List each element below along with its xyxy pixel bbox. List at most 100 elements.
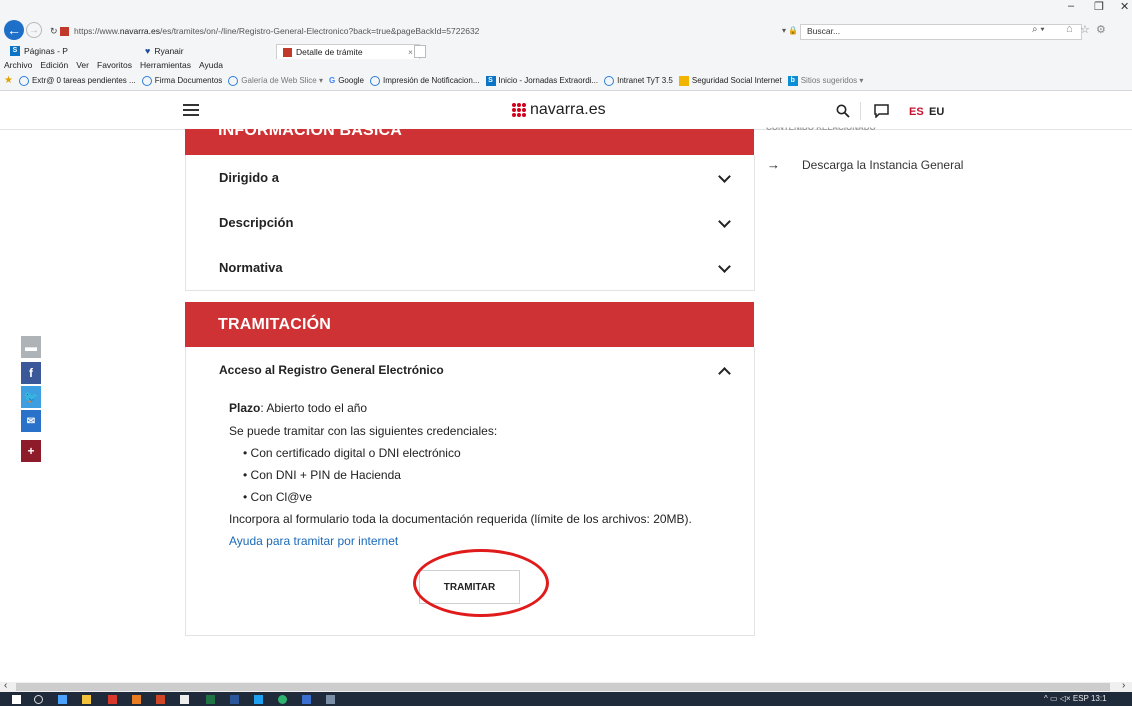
internet-explorer-icon[interactable] xyxy=(254,695,263,704)
lang-es-link[interactable]: ES xyxy=(909,106,924,118)
menu-bar: Archivo Edición Ver Favoritos Herramient… xyxy=(4,60,223,70)
horizontal-scrollbar[interactable]: ‹ › xyxy=(0,680,1132,692)
search-go-icon[interactable]: ⌕ ▾ xyxy=(1032,24,1045,35)
file-explorer-icon[interactable] xyxy=(82,695,91,704)
network-icon[interactable]: ▭ xyxy=(1050,694,1058,703)
credential-text: Con DNI + PIN de Hacienda xyxy=(250,468,401,482)
tab-label: Detalle de trámite xyxy=(296,47,363,57)
menu-ayuda[interactable]: Ayuda xyxy=(199,60,223,70)
credential-item: • Con certificado digital o DNI electrón… xyxy=(243,446,461,460)
docs-note: Incorpora al formulario toda la document… xyxy=(229,512,692,526)
volume-icon[interactable]: ◁× xyxy=(1060,694,1071,703)
tab-paginas[interactable]: S Páginas - P xyxy=(10,44,68,58)
site-logo[interactable]: navarra.es xyxy=(512,101,606,119)
word-icon[interactable] xyxy=(230,695,239,704)
arrow-right-icon: → xyxy=(767,157,780,172)
email-share-button[interactable]: ✉ xyxy=(21,410,41,432)
fav-label: Intranet TyT 3.5 xyxy=(617,76,673,85)
taskview-icon[interactable] xyxy=(58,695,67,704)
back-button[interactable]: ← xyxy=(4,20,24,40)
close-tab-icon[interactable]: × xyxy=(408,47,413,57)
menu-ver[interactable]: Ver xyxy=(76,60,89,70)
credential-text: Con Cl@ve xyxy=(250,490,313,504)
favorites-star-icon[interactable]: ★ xyxy=(4,75,13,86)
more-share-button[interactable]: + xyxy=(21,440,41,462)
menu-edicion[interactable]: Edición xyxy=(40,60,68,70)
facebook-icon: f xyxy=(29,366,33,380)
app-icon[interactable] xyxy=(132,695,141,704)
clock[interactable]: 13:1 xyxy=(1091,694,1107,703)
fav-item[interactable]: S Inicio - Jornadas Extraordi... xyxy=(485,75,598,86)
search-placeholder: Buscar... xyxy=(807,26,841,36)
fav-item[interactable]: Impresión de Notificacion... xyxy=(370,75,480,86)
facebook-share-button[interactable]: f xyxy=(21,362,41,384)
help-link[interactable]: Ayuda para tramitar por internet xyxy=(229,534,398,548)
close-window-icon[interactable]: ✕ xyxy=(1120,0,1129,13)
related-link-instancia[interactable]: Descarga la Instancia General xyxy=(802,158,963,172)
accordion-registro-general[interactable]: Acceso al Registro General Electrónico xyxy=(186,347,754,392)
fav-item[interactable]: Seguridad Social Internet xyxy=(678,75,782,86)
plazo-value: : Abierto todo el año xyxy=(260,401,368,415)
tab-label: Páginas - P xyxy=(24,46,68,56)
ie-icon xyxy=(370,75,380,86)
windows-start-icon[interactable] xyxy=(12,695,21,704)
home-icon[interactable]: ⌂ xyxy=(1066,23,1073,35)
scroll-right-icon[interactable]: › xyxy=(1122,680,1125,691)
edge-icon[interactable] xyxy=(278,695,287,704)
restore-icon[interactable]: ❐ xyxy=(1094,0,1104,13)
powerpoint-icon[interactable] xyxy=(156,695,165,704)
menu-archivo[interactable]: Archivo xyxy=(4,60,32,70)
ryanair-icon: ♥ xyxy=(145,46,151,56)
new-tab-button[interactable] xyxy=(414,45,426,58)
logo-dots-icon xyxy=(512,103,526,117)
chevron-down-icon xyxy=(718,170,731,183)
fav-label: Galería de Web Slice ▾ xyxy=(241,76,323,85)
divider xyxy=(860,102,861,120)
sharepoint-icon: S xyxy=(10,46,20,56)
menu-hamburger-icon[interactable] xyxy=(183,104,199,116)
app-icon[interactable] xyxy=(108,695,117,704)
minimize-icon[interactable]: – xyxy=(1068,0,1074,12)
fav-item[interactable]: G Google xyxy=(329,76,364,85)
tab-detalle[interactable]: Detalle de trámite × xyxy=(276,44,420,59)
page-favicon-icon xyxy=(283,47,292,57)
search-icon[interactable] xyxy=(34,695,43,704)
forward-button[interactable]: → xyxy=(26,22,42,38)
taskbar xyxy=(0,692,1132,706)
ie-icon xyxy=(228,75,239,86)
scrollbar-thumb[interactable] xyxy=(16,683,1110,691)
excel-icon[interactable] xyxy=(206,695,215,704)
document-icon[interactable] xyxy=(180,695,189,704)
tab-ryanair[interactable]: ♥ Ryanair xyxy=(145,44,184,58)
search-icon[interactable] xyxy=(836,104,850,118)
settings-gear-icon[interactable]: ⚙ xyxy=(1096,23,1106,36)
accordion-normativa[interactable]: Normativa xyxy=(185,245,755,291)
menu-herramientas[interactable]: Herramientas xyxy=(140,60,191,70)
ie-icon xyxy=(18,75,29,86)
url-text[interactable]: https://www.navarra.es/es/tramites/on/-/… xyxy=(74,26,479,36)
accordion-descripcion[interactable]: Descripción xyxy=(185,200,755,246)
fav-item[interactable]: Galería de Web Slice ▾ xyxy=(228,75,323,86)
input-language[interactable]: ESP xyxy=(1073,694,1089,703)
outlook-icon[interactable] xyxy=(302,695,311,704)
fav-item[interactable]: Intranet TyT 3.5 xyxy=(604,75,673,86)
scroll-left-icon[interactable]: ‹ xyxy=(4,680,7,691)
fav-item[interactable]: b Sitios sugeridos ▾ xyxy=(787,75,863,86)
lang-eu-link[interactable]: EU xyxy=(929,106,944,118)
menu-favoritos[interactable]: Favoritos xyxy=(97,60,132,70)
comment-icon[interactable] xyxy=(874,104,889,118)
plus-icon: + xyxy=(27,444,35,458)
fav-item[interactable]: Extr@ 0 tareas pendientes ... xyxy=(18,75,136,86)
accordion-label: Acceso al Registro General Electrónico xyxy=(219,363,444,377)
twitter-share-button[interactable]: 🐦 xyxy=(21,386,41,408)
fav-item[interactable]: Firma Documentos xyxy=(141,75,223,86)
favorites-star-icon[interactable]: ☆ xyxy=(1080,23,1090,36)
tray-chevron-icon[interactable]: ^ xyxy=(1044,694,1048,703)
credential-item: • Con DNI + PIN de Hacienda xyxy=(243,468,401,482)
ie-icon xyxy=(141,75,152,86)
accordion-dirigido-a[interactable]: Dirigido a xyxy=(185,155,755,201)
app-icon[interactable] xyxy=(326,695,335,704)
refresh-icon[interactable]: ↻ xyxy=(50,26,58,37)
print-share-button[interactable]: ▬ xyxy=(21,336,41,358)
fav-label: Firma Documentos xyxy=(154,76,223,85)
